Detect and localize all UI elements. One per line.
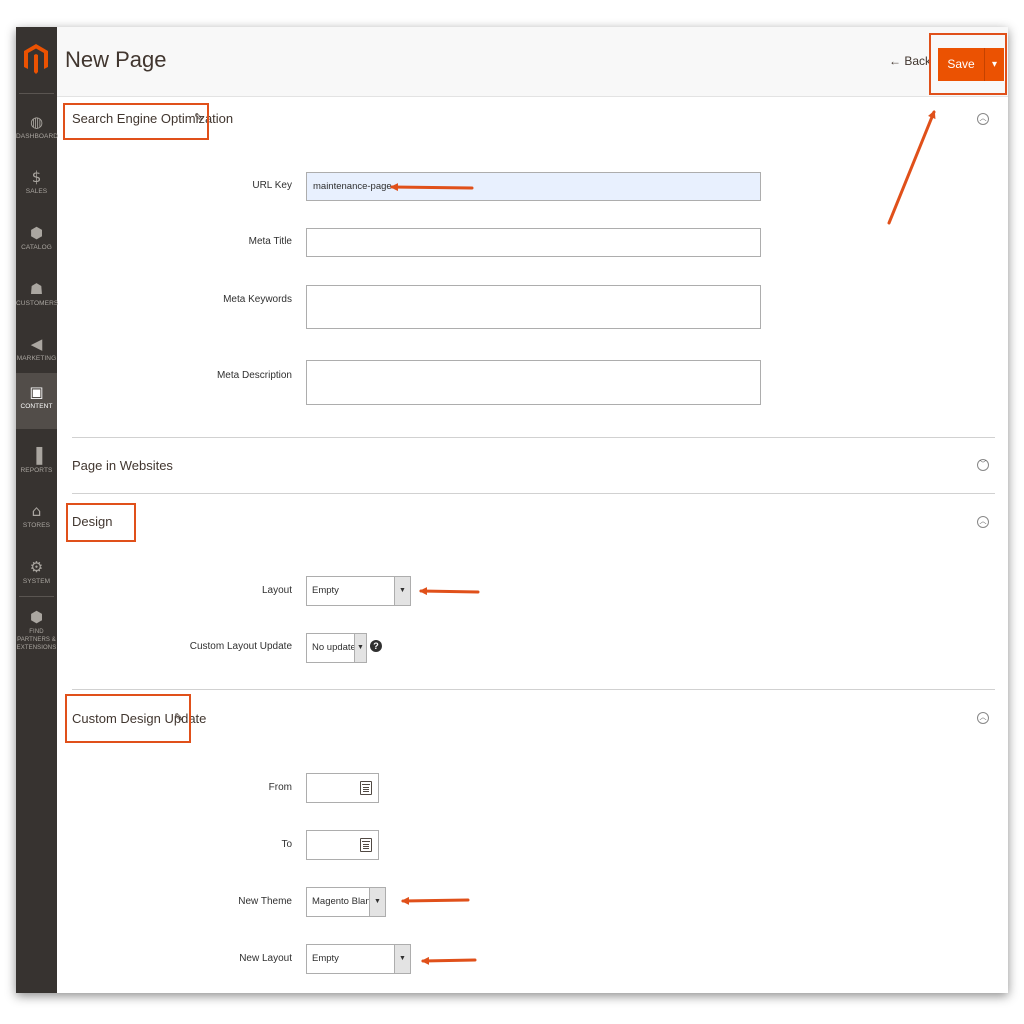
from-date-input[interactable] (306, 773, 379, 803)
custom-layout-update-label: Custom Layout Update (189, 641, 292, 652)
new-theme-value: Magento Blank (312, 896, 376, 907)
page-title: New Page (65, 47, 167, 72)
meta-title-label: Meta Title (248, 236, 292, 247)
expand-websites-icon[interactable]: ﹀ (977, 459, 989, 471)
cube-icon: ⬢ (29, 224, 44, 242)
calendar-icon[interactable] (360, 781, 372, 795)
custom-layout-update-value: No update (312, 642, 356, 653)
new-layout-value: Empty (312, 953, 339, 964)
new-layout-label: New Layout (239, 953, 292, 964)
annotation-box-save (929, 33, 1007, 95)
section-title-websites[interactable]: Page in Websites (72, 458, 173, 473)
content-icon: ▣ (29, 383, 44, 401)
meta-description-textarea[interactable] (306, 360, 761, 405)
sidebar-item-label: STORES (22, 522, 51, 529)
sidebar-item-label: CONTENT (20, 403, 53, 410)
new-layout-select[interactable]: Empty ▼ (306, 944, 411, 974)
extensions-icon: ⬢ (29, 608, 44, 626)
megaphone-icon: ◀ (30, 335, 43, 353)
sidebar-item-label: MARKETING (16, 355, 57, 362)
gear-icon: ⚙ (29, 558, 44, 576)
collapse-seo-icon[interactable]: ︿ (977, 113, 989, 125)
url-key-label: URL Key (252, 180, 292, 191)
section-divider (72, 689, 995, 690)
chevron-down-icon: ▼ (394, 945, 410, 973)
layout-value: Empty (312, 585, 339, 596)
admin-window: ◍ DASHBOARD $ SALES ⬢ CATALOG ☗ CUSTOMER… (16, 27, 1008, 993)
admin-sidebar: ◍ DASHBOARD $ SALES ⬢ CATALOG ☗ CUSTOMER… (16, 27, 59, 993)
sidebar-item-label: SALES (25, 188, 48, 195)
bar-chart-icon: ▐ (30, 447, 43, 465)
chevron-down-icon: ▼ (369, 888, 385, 916)
annotation-box-custom-design (65, 694, 191, 743)
sidebar-item-label: FIND PARTNERS & EXTENSIONS (16, 629, 57, 651)
page-form: Search Engine Optimization ✎ ︿ URL Key m… (57, 98, 1008, 993)
new-theme-select[interactable]: Magento Blank ▼ (306, 887, 386, 917)
sidebar-item-label: REPORTS (20, 467, 53, 474)
layout-select[interactable]: Empty ▼ (306, 576, 411, 606)
sidebar-item-dashboard[interactable]: ◍ DASHBOARD (16, 103, 59, 159)
section-divider (72, 493, 995, 494)
annotation-box-seo (63, 103, 209, 140)
sidebar-item-sales[interactable]: $ SALES (16, 158, 57, 214)
section-divider (72, 437, 995, 438)
sidebar-item-label: DASHBOARD (16, 133, 59, 140)
dashboard-icon: ◍ (29, 113, 44, 131)
new-theme-label: New Theme (238, 896, 292, 907)
custom-layout-update-select[interactable]: No update ▼ (306, 633, 367, 663)
page-header: New Page ← Back Save ▾ (57, 27, 1008, 97)
sidebar-item-reports[interactable]: ▐ REPORTS (16, 437, 57, 493)
sidebar-item-partners[interactable]: ⬢ FIND PARTNERS & EXTENSIONS (16, 598, 57, 658)
meta-keywords-label: Meta Keywords (223, 294, 292, 305)
meta-keywords-textarea[interactable] (306, 285, 761, 329)
chevron-down-icon: ▼ (394, 577, 410, 605)
annotation-box-design (66, 503, 136, 542)
meta-title-input[interactable] (306, 228, 761, 257)
to-date-input[interactable] (306, 830, 379, 860)
layout-label: Layout (261, 585, 292, 596)
sidebar-item-label: CATALOG (21, 244, 52, 251)
magento-logo-icon[interactable] (24, 41, 48, 77)
collapse-custom-design-icon[interactable]: ︿ (977, 712, 989, 724)
sidebar-item-customers[interactable]: ☗ CUSTOMERS (16, 270, 59, 326)
sidebar-item-stores[interactable]: ⌂ STORES (16, 492, 57, 548)
to-label: To (281, 839, 292, 850)
sidebar-item-label: CUSTOMERS (16, 300, 59, 307)
collapse-design-icon[interactable]: ︿ (977, 516, 989, 528)
back-button[interactable]: ← Back (889, 54, 931, 68)
chevron-down-icon: ▼ (354, 634, 366, 662)
from-label: From (268, 782, 292, 793)
sidebar-item-catalog[interactable]: ⬢ CATALOG (16, 214, 57, 270)
store-icon: ⌂ (31, 502, 42, 520)
dollar-icon: $ (31, 168, 42, 186)
url-key-input[interactable]: maintenance-page (306, 172, 761, 201)
calendar-icon[interactable] (360, 838, 372, 852)
sidebar-divider (19, 596, 54, 597)
help-icon[interactable]: ? (370, 640, 382, 652)
sidebar-divider (19, 93, 54, 94)
meta-description-label: Meta Description (216, 370, 292, 381)
sidebar-item-content[interactable]: ▣ CONTENT (16, 373, 57, 429)
person-icon: ☗ (29, 280, 44, 298)
sidebar-item-label: SYSTEM (22, 578, 51, 585)
